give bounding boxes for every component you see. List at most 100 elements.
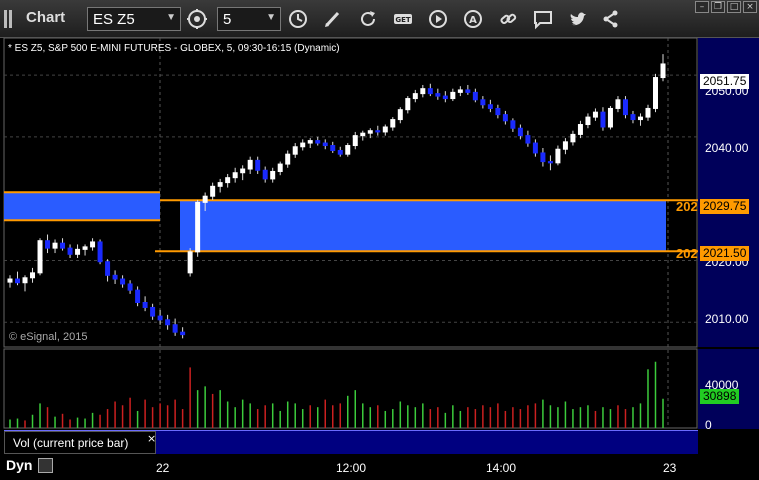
time-label: 23 [663, 461, 677, 475]
current-volume-badge: 30898 [700, 389, 740, 404]
clock-icon[interactable] [287, 8, 309, 30]
get-icon[interactable]: GET [392, 8, 414, 30]
candle-body [22, 277, 28, 284]
pencil-icon[interactable] [322, 8, 344, 30]
candle-body [510, 120, 516, 129]
toolbar: Chart ES Z5 ▼ 5 ▼ GET A – ❐ □ × [0, 0, 759, 38]
svg-text:A: A [469, 15, 477, 26]
level-high-label: 202 [676, 199, 698, 214]
candle-body [412, 93, 418, 100]
link-icon[interactable] [497, 8, 519, 30]
candle-body [502, 114, 508, 122]
close-button[interactable]: × [743, 1, 757, 13]
candle-body [247, 159, 253, 170]
symbol-combo[interactable]: ES Z5 ▼ [87, 7, 181, 31]
candle-body [450, 91, 456, 100]
time-axis[interactable] [0, 455, 759, 480]
window-grip-icon[interactable] [4, 10, 18, 28]
chart-canvas[interactable] [0, 38, 759, 430]
candle-body [532, 142, 538, 154]
candle-body [547, 161, 553, 164]
time-label: 14:00 [486, 461, 517, 475]
candle-body [570, 133, 576, 143]
chart-header: * ES Z5, S&P 500 E-MINI FUTURES - GLOBEX… [8, 43, 340, 54]
candle-body [397, 109, 403, 121]
close-icon[interactable]: × [147, 432, 156, 445]
settings-icon[interactable] [186, 8, 208, 30]
dynamic-mode-label[interactable]: Dyn [6, 457, 32, 473]
candle-body [480, 99, 486, 106]
candle-body [337, 149, 343, 155]
minimize-button[interactable]: – [695, 1, 709, 13]
study-label[interactable]: Vol (current price bar) [4, 431, 156, 454]
share-icon[interactable] [600, 8, 622, 30]
candle-body [7, 278, 13, 283]
candle-body [585, 116, 591, 126]
candle-body [135, 289, 141, 304]
get-label: GET [395, 16, 411, 24]
time-label: 12:00 [336, 461, 367, 475]
candle-body [427, 88, 433, 95]
candle-body [555, 148, 561, 164]
twitter-icon[interactable] [567, 8, 589, 30]
volume-tick: 0 [705, 418, 712, 432]
symbol-value: ES Z5 [93, 11, 135, 28]
candle-body [202, 195, 208, 203]
chevron-down-icon[interactable]: ▼ [266, 12, 276, 23]
candle-body [157, 315, 163, 321]
supply-demand-zones [4, 191, 698, 253]
candle-body [105, 261, 111, 276]
refresh-icon[interactable] [357, 8, 379, 30]
candle-body [15, 278, 21, 284]
chevron-down-icon[interactable]: ▼ [166, 12, 176, 23]
copyright-label: © eSignal, 2015 [9, 331, 88, 343]
candle-body [75, 248, 81, 255]
candle-body [352, 135, 358, 147]
candle-body [360, 132, 366, 137]
candle-body [292, 146, 298, 155]
candle-body [52, 242, 58, 249]
candle-body [307, 140, 313, 144]
candle-body [240, 168, 246, 174]
candle-body [142, 302, 148, 308]
candle-body [495, 107, 501, 116]
play-icon[interactable] [427, 8, 449, 30]
comment-icon[interactable] [532, 8, 554, 30]
candle-body [390, 119, 396, 128]
candle-body [660, 63, 666, 79]
candle-body [112, 274, 118, 280]
maximize-button[interactable]: □ [727, 1, 741, 13]
time-label: 22 [156, 461, 170, 475]
candle-body [652, 77, 658, 109]
candle-body [645, 107, 651, 118]
candle-body [30, 272, 36, 279]
candle-body [37, 240, 43, 274]
candle-body [172, 324, 178, 333]
study-bar: Vol (current price bar) × [4, 430, 698, 454]
candle-body [195, 201, 201, 253]
candle-body [150, 306, 156, 317]
alert-icon[interactable]: A [462, 8, 484, 30]
lock-icon[interactable] [38, 458, 53, 473]
candle-body [367, 130, 373, 134]
restore-button[interactable]: ❐ [711, 1, 725, 13]
candle-body [225, 177, 231, 184]
candle-body [435, 93, 441, 97]
candle-body [577, 124, 583, 135]
candle-body [217, 182, 223, 187]
candle-body [127, 283, 133, 291]
candle-body [487, 104, 493, 109]
candle-body [67, 247, 73, 255]
candle-body [82, 246, 88, 250]
candle-body [120, 278, 126, 285]
level-low-label: 202 [676, 246, 698, 261]
candle-body [270, 170, 276, 180]
candle-body [420, 88, 426, 95]
candle-body [600, 111, 606, 128]
interval-value: 5 [223, 11, 232, 28]
candle-body [637, 116, 643, 121]
interval-combo[interactable]: 5 ▼ [217, 7, 281, 31]
window-title: Chart [26, 9, 66, 26]
candle-body [277, 163, 283, 172]
candle-body [405, 98, 411, 111]
